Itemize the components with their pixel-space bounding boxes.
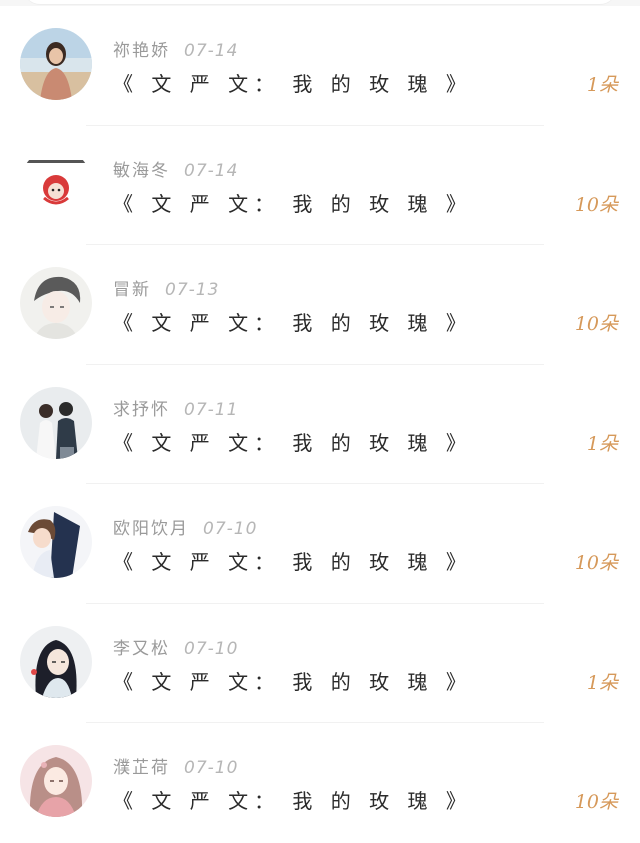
avatar[interactable] xyxy=(20,267,92,339)
item-date: 07-14 xyxy=(184,41,239,61)
avatar[interactable] xyxy=(20,28,92,100)
avatar[interactable] xyxy=(20,625,92,698)
item-date: 07-14 xyxy=(184,160,239,181)
rose-count: 1朵 xyxy=(586,671,618,694)
anime-avatar-longhair-icon xyxy=(20,625,92,698)
item-title: 《 文 严 文： 我 的 玫 瑰 》 xyxy=(113,430,472,455)
list-item[interactable]: 欧阳饮月 07-10 《 文 严 文： 我 的 玫 瑰 》 10朵 xyxy=(0,484,640,604)
item-date: 07-11 xyxy=(184,399,239,420)
meta-line: 冒新 07-13 xyxy=(113,275,219,300)
rose-count: 1朵 xyxy=(586,74,618,96)
photo-avatar-beach-icon xyxy=(20,28,92,100)
user-name: 欧阳饮月 xyxy=(113,519,189,539)
user-name: 敏海冬 xyxy=(113,160,170,181)
user-name: 李又松 xyxy=(113,638,170,659)
photo-avatar-couple-icon xyxy=(20,386,92,459)
item-date: 07-10 xyxy=(184,758,239,778)
rose-count: 10朵 xyxy=(574,791,618,813)
item-date: 07-13 xyxy=(165,280,220,300)
avatar[interactable] xyxy=(20,506,92,578)
user-name: 祢艳娇 xyxy=(113,41,170,61)
list-item[interactable]: 敏海冬 07-14 《 文 严 文： 我 的 玫 瑰 》 10朵 xyxy=(0,125,640,245)
list-item[interactable]: 求抒怀 07-11 《 文 严 文： 我 的 玫 瑰 》 1朵 xyxy=(0,364,640,484)
previous-card-edge xyxy=(24,0,616,5)
user-name: 冒新 xyxy=(113,280,151,300)
rose-count: 10朵 xyxy=(574,193,618,216)
avatar[interactable] xyxy=(20,745,92,817)
list-item[interactable]: 祢艳娇 07-14 《 文 严 文： 我 的 玫 瑰 》 1朵 xyxy=(0,6,640,126)
meta-line: 李又松 07-10 xyxy=(113,634,238,659)
meta-line: 敏海冬 07-14 xyxy=(113,156,238,181)
item-title: 《 文 严 文： 我 的 玫 瑰 》 xyxy=(113,789,472,813)
sketch-avatar-icon xyxy=(20,267,92,339)
item-title: 《 文 严 文： 我 的 玫 瑰 》 xyxy=(113,72,472,96)
item-title: 《 文 严 文： 我 的 玫 瑰 》 xyxy=(113,311,472,335)
list-item[interactable]: 濮芷荷 07-10 《 文 严 文： 我 的 玫 瑰 》 10朵 xyxy=(0,723,640,843)
item-title: 《 文 严 文： 我 的 玫 瑰 》 xyxy=(113,669,472,694)
meta-line: 欧阳饮月 07-10 xyxy=(113,514,257,539)
rose-count: 10朵 xyxy=(574,552,618,574)
item-title: 《 文 严 文： 我 的 玫 瑰 》 xyxy=(113,191,472,216)
item-title: 《 文 严 文： 我 的 玫 瑰 》 xyxy=(113,550,472,574)
cartoon-avatar-icon xyxy=(20,147,92,220)
anime-avatar-pink-icon xyxy=(20,745,92,817)
gift-list: 祢艳娇 07-14 《 文 严 文： 我 的 玫 瑰 》 1朵 敏海冬 07-14 … xyxy=(0,6,640,843)
user-name: 求抒怀 xyxy=(113,399,170,420)
user-name: 濮芷荷 xyxy=(113,758,170,778)
meta-line: 濮芷荷 07-10 xyxy=(113,753,238,778)
list-item[interactable]: 冒新 07-13 《 文 严 文： 我 的 玫 瑰 》 10朵 xyxy=(0,245,640,365)
rose-count: 10朵 xyxy=(574,313,618,335)
rose-count: 1朵 xyxy=(586,432,618,455)
anime-avatar-icon xyxy=(20,506,92,578)
item-date: 07-10 xyxy=(203,519,258,539)
avatar[interactable] xyxy=(20,147,92,220)
meta-line: 求抒怀 07-11 xyxy=(113,395,238,420)
meta-line: 祢艳娇 07-14 xyxy=(113,36,238,61)
avatar[interactable] xyxy=(20,386,92,459)
item-date: 07-10 xyxy=(184,638,239,659)
list-item[interactable]: 李又松 07-10 《 文 严 文： 我 的 玫 瑰 》 1朵 xyxy=(0,603,640,723)
